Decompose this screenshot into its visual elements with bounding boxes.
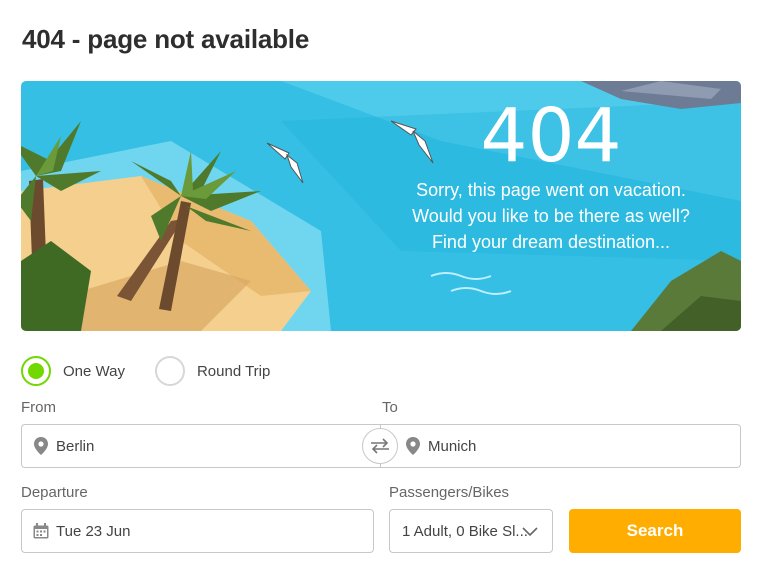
calendar-icon	[32, 522, 50, 540]
from-value: Berlin	[56, 437, 95, 455]
departure-label: Departure	[21, 484, 88, 501]
swap-arrows-icon	[371, 438, 389, 454]
search-button[interactable]: Search	[569, 509, 741, 553]
error-code: 404	[480, 93, 622, 179]
from-field[interactable]: Berlin	[21, 424, 383, 468]
one-way-radio[interactable]: One Way	[21, 356, 125, 386]
banner-line-2: Would you like to be there as well?	[412, 206, 690, 226]
passengers-value: 1 Adult, 0 Bike Sl...	[402, 522, 528, 540]
from-label: From	[21, 399, 56, 416]
banner-line-1: Sorry, this page went on vacation.	[416, 180, 686, 200]
departure-value: Tue 23 Jun	[56, 522, 131, 540]
departure-field[interactable]: Tue 23 Jun	[21, 509, 374, 553]
round-trip-radio[interactable]: Round Trip	[154, 356, 271, 386]
to-field[interactable]: Munich	[380, 424, 741, 468]
location-pin-icon	[32, 437, 50, 455]
swap-button[interactable]	[362, 428, 398, 464]
passengers-select[interactable]: 1 Adult, 0 Bike Sl...	[389, 509, 553, 553]
to-value: Munich	[428, 437, 477, 455]
one-way-label: One Way	[63, 362, 125, 380]
to-label: To	[382, 399, 398, 416]
page-title: 404 - page not available	[22, 24, 310, 54]
radio-unchecked-icon	[154, 356, 185, 386]
passengers-label: Passengers/Bikes	[389, 484, 510, 501]
radio-checked-icon	[21, 356, 51, 386]
vacation-banner: 404 Sorry, this page went on vacation. W…	[21, 81, 741, 331]
trip-type-selector: One Way Round Trip	[21, 355, 270, 387]
chevron-down-icon	[522, 524, 538, 541]
banner-line-3: Find your dream destination...	[431, 232, 671, 252]
location-pin-icon	[404, 437, 422, 455]
round-trip-label: Round Trip	[196, 362, 271, 380]
